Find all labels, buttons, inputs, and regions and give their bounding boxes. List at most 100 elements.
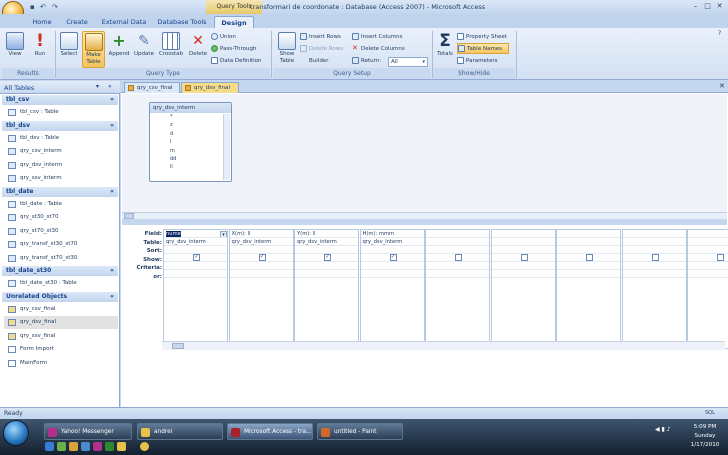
grid-criteria-cell[interactable] bbox=[164, 262, 227, 270]
grid-column[interactable] bbox=[687, 229, 728, 349]
grid-field-cell[interactable] bbox=[622, 230, 686, 238]
show-checkbox[interactable]: ✓ bbox=[258, 254, 266, 261]
grid-or-cell[interactable] bbox=[295, 270, 358, 278]
grid-scrollbar[interactable] bbox=[162, 341, 725, 350]
grid-or-cell[interactable] bbox=[491, 270, 555, 278]
grid-column[interactable] bbox=[490, 229, 556, 349]
tab-external-data[interactable]: External Data bbox=[98, 16, 150, 28]
select-query-button[interactable]: Select bbox=[58, 31, 80, 68]
grid-or-cell[interactable] bbox=[360, 270, 424, 278]
show-checkbox[interactable]: ✓ bbox=[324, 254, 331, 261]
grid-field-cell[interactable]: nume ▾ bbox=[164, 230, 227, 238]
folder-icon[interactable] bbox=[117, 442, 126, 451]
sql-view-button[interactable]: SQL bbox=[705, 410, 715, 416]
field-item[interactable]: ll bbox=[150, 163, 231, 171]
show-checkbox[interactable] bbox=[586, 254, 593, 261]
grid-criteria-cell[interactable] bbox=[360, 262, 424, 270]
field-item[interactable]: d bbox=[150, 130, 231, 138]
nav-item-tbl-date-table[interactable]: tbl_date : Table bbox=[4, 198, 118, 211]
grid-field-cell[interactable] bbox=[426, 230, 489, 238]
nav-header[interactable]: All Tables ▾ « bbox=[0, 81, 120, 94]
undo-icon[interactable]: ↶ bbox=[40, 3, 46, 11]
crosstab-button[interactable]: Crosstab bbox=[157, 31, 185, 68]
field-item[interactable]: * bbox=[150, 113, 231, 121]
delete-columns-button[interactable]: ✕ Delete Columns bbox=[352, 44, 405, 55]
nav-group-unrelated-objects[interactable]: Unrelated Objects « bbox=[2, 291, 118, 302]
pass-through-button[interactable]: Pass-Through bbox=[211, 44, 256, 55]
nav-item-tbl-date-st30-table[interactable]: tbl_date_st30 : Table bbox=[4, 277, 118, 290]
nav-item-qry-csv-interm[interactable]: qry_csv_interm bbox=[4, 145, 118, 158]
grid-sort-cell[interactable] bbox=[688, 246, 728, 254]
grid-or-cell[interactable] bbox=[229, 270, 293, 278]
parameters-button[interactable]: Parameters bbox=[457, 56, 497, 67]
nav-group-tbl-csv[interactable]: tbl_csv « bbox=[2, 95, 118, 105]
save-icon[interactable]: ▪ bbox=[30, 3, 35, 11]
nav-group-tbl-dsv[interactable]: tbl_dsv « bbox=[2, 120, 118, 131]
nav-item-qry-ssv-interm[interactable]: qry_ssv_interm bbox=[4, 172, 118, 185]
nav-item-qry-dsv-final[interactable]: qry_dsv_final bbox=[4, 316, 118, 329]
grid-criteria-cell[interactable] bbox=[491, 262, 555, 270]
grid-column[interactable] bbox=[556, 229, 621, 349]
append-button[interactable]: + Append bbox=[107, 31, 131, 68]
show-checkbox[interactable]: ✓ bbox=[193, 254, 200, 261]
start-button[interactable] bbox=[3, 420, 29, 446]
grid-criteria-cell[interactable] bbox=[688, 262, 728, 270]
show-table-button[interactable]: Show Table bbox=[276, 31, 298, 68]
close-doc-icon[interactable]: ✕ bbox=[719, 82, 725, 90]
grid-table-cell[interactable] bbox=[491, 238, 555, 246]
grid-criteria-cell[interactable] bbox=[229, 262, 293, 270]
taskbar-button[interactable]: untitled - Paint bbox=[317, 423, 403, 440]
collapse-group-icon[interactable]: « bbox=[110, 292, 114, 302]
nav-item-qry-st30-st70[interactable]: qry_st30_st70 bbox=[4, 211, 118, 224]
grid-or-cell[interactable] bbox=[557, 270, 620, 278]
table-names-button[interactable]: Table Names bbox=[457, 43, 509, 54]
maximize-button[interactable]: □ bbox=[702, 2, 713, 11]
grid-column[interactable]: X(m): ll qry_dsv_interm ✓ bbox=[228, 229, 294, 349]
delete-rows-button[interactable]: Delete Rows bbox=[300, 44, 343, 55]
tab-database-tools[interactable]: Database Tools bbox=[154, 16, 210, 28]
grid-or-cell[interactable] bbox=[164, 270, 227, 278]
nav-item-qry-st70-st30[interactable]: qry_st70_st30 bbox=[4, 225, 118, 238]
grid-table-cell[interactable]: qry_dsv_interm bbox=[360, 238, 424, 246]
union-button[interactable]: Union bbox=[211, 32, 236, 43]
grid-table-cell[interactable]: qry_dsv_interm bbox=[295, 238, 358, 246]
grid-criteria-cell[interactable] bbox=[295, 262, 358, 270]
grid-column[interactable] bbox=[621, 229, 687, 349]
grid-table-cell[interactable] bbox=[688, 238, 728, 246]
nav-item-qry-transf-st70-st30[interactable]: qry_transf_st70_st30 bbox=[4, 252, 118, 265]
tray-icons[interactable]: ◀ ▮ ♪ bbox=[655, 426, 683, 446]
update-button[interactable]: ✎ Update bbox=[132, 31, 156, 68]
collapse-group-icon[interactable]: « bbox=[110, 266, 114, 276]
show-checkbox[interactable] bbox=[520, 254, 528, 261]
grid-table-cell[interactable] bbox=[622, 238, 686, 246]
field-item[interactable]: m bbox=[150, 147, 231, 155]
redo-icon[interactable]: ↷ bbox=[52, 3, 58, 11]
app-icon[interactable] bbox=[105, 442, 114, 451]
grid-sort-cell[interactable] bbox=[229, 246, 293, 254]
nav-item-qry-dsv-interm[interactable]: qry_dsv_interm bbox=[4, 159, 118, 172]
doc-tab-qry-csv-final[interactable]: qry_csv_final bbox=[124, 82, 180, 93]
view-button[interactable]: View bbox=[4, 31, 26, 68]
grid-sort-cell[interactable] bbox=[557, 246, 620, 254]
grid-field-cell[interactable]: X(m): ll bbox=[229, 230, 293, 238]
scroll-thumb[interactable] bbox=[172, 343, 184, 349]
property-sheet-button[interactable]: Property Sheet bbox=[457, 32, 507, 43]
grid-field-cell[interactable] bbox=[491, 230, 555, 238]
grid-sort-cell[interactable] bbox=[295, 246, 358, 254]
grid-field-cell[interactable] bbox=[557, 230, 620, 238]
field-list-scrollbar[interactable] bbox=[223, 114, 230, 180]
desktop-icon[interactable] bbox=[57, 442, 66, 451]
grid-column[interactable]: H(m): mmm qry_dsv_interm ✓ bbox=[359, 229, 425, 349]
field-item[interactable]: l bbox=[150, 138, 231, 146]
insert-columns-button[interactable]: Insert Columns bbox=[352, 32, 402, 43]
grid-column[interactable] bbox=[425, 229, 490, 349]
show-checkbox[interactable]: ✓ bbox=[389, 254, 397, 261]
run-button[interactable]: ! Run bbox=[29, 31, 51, 68]
grid-sort-cell[interactable] bbox=[360, 246, 424, 254]
media-icon[interactable] bbox=[81, 442, 90, 451]
grid-criteria-cell[interactable] bbox=[557, 262, 620, 270]
nav-item-qry-transf-st30-st70[interactable]: qry_transf_st30_st70 bbox=[4, 238, 118, 251]
table-pane-scrollbar[interactable] bbox=[122, 212, 727, 219]
chevron-down-icon[interactable]: ▾ bbox=[220, 231, 227, 237]
taskbar-button[interactable]: Yahoo! Messenger bbox=[44, 423, 132, 440]
